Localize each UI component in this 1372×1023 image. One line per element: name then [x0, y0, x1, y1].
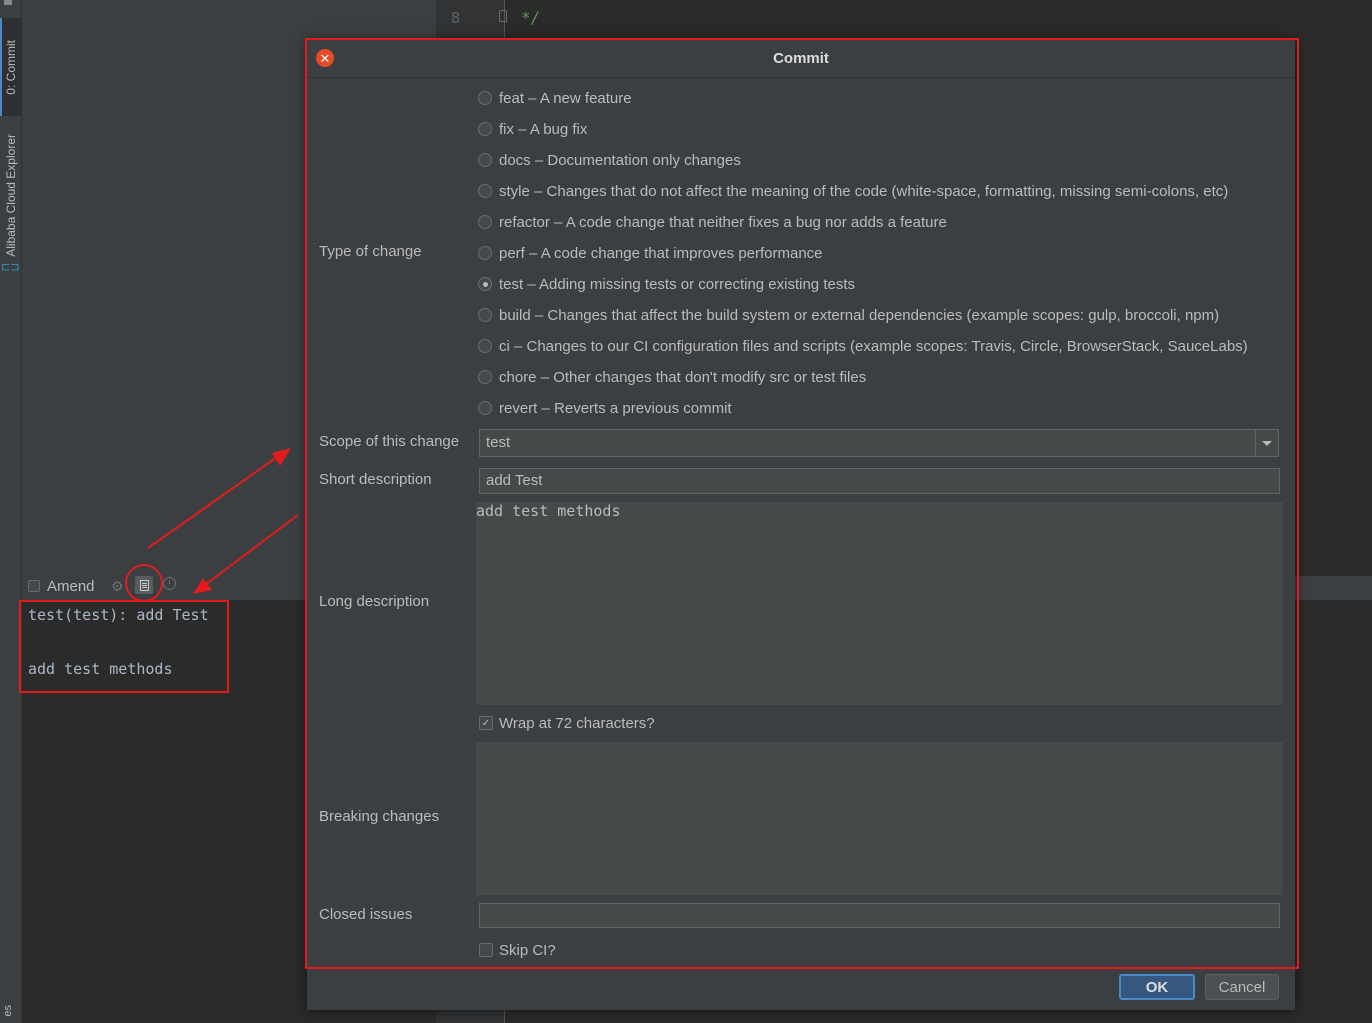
- cancel-button[interactable]: Cancel: [1205, 974, 1279, 1000]
- radio-test[interactable]: [478, 277, 492, 291]
- ok-button[interactable]: OK: [1119, 974, 1195, 1000]
- radio-text-feat: feat – A new feature: [499, 89, 632, 107]
- type-of-change-label: Type of change: [319, 243, 422, 260]
- radio-text-style: style – Changes that do not affect the m…: [499, 182, 1229, 200]
- radio-perf[interactable]: [478, 246, 492, 260]
- closed-issues-label: Closed issues: [319, 906, 413, 923]
- type-option-ci[interactable]: ci – Changes to our CI configuration fil…: [478, 336, 1248, 356]
- radio-revert[interactable]: [478, 401, 492, 415]
- radio-text-test: test – Adding missing tests or correctin…: [499, 275, 855, 293]
- line-number: 8: [451, 9, 461, 27]
- radio-text-chore: chore – Other changes that don't modify …: [499, 368, 867, 386]
- annotation-box-commit-message: [19, 600, 229, 693]
- tab-cloud-label: Alibaba Cloud Explorer: [3, 134, 18, 257]
- radio-text-refactor: refactor – A code change that neither fi…: [499, 213, 947, 231]
- skip-ci-label: Skip CI?: [499, 941, 556, 959]
- radio-text-revert: revert – Reverts a previous commit: [499, 399, 732, 417]
- radio-text-build: build – Changes that affect the build sy…: [499, 306, 1220, 324]
- fold-icon[interactable]: [499, 10, 507, 22]
- dialog-title: Commit: [773, 50, 829, 67]
- type-option-style[interactable]: style – Changes that do not affect the m…: [478, 181, 1228, 201]
- skip-ci-checkbox[interactable]: [479, 943, 493, 957]
- short-description-label: Short description: [319, 471, 432, 488]
- type-option-chore[interactable]: chore – Other changes that don't modify …: [478, 367, 866, 387]
- skip-ci-checkbox-row[interactable]: Skip CI?: [479, 940, 556, 960]
- tool-window-stripe: 0: Commit Alibaba Cloud Explorer ⊏⊐ es: [0, 0, 22, 1023]
- wrap-checkbox[interactable]: ✓: [479, 716, 493, 730]
- scope-label: Scope of this change: [319, 433, 460, 450]
- wrap-checkbox-row[interactable]: ✓ Wrap at 72 characters?: [479, 713, 655, 733]
- stripe-top-mark: [4, 0, 12, 5]
- tab-alibaba-cloud-explorer[interactable]: Alibaba Cloud Explorer ⊏⊐: [0, 126, 21, 282]
- radio-build[interactable]: [478, 308, 492, 322]
- radio-ci[interactable]: [478, 339, 492, 353]
- long-description-text: add test methods: [476, 502, 621, 520]
- tab-commit[interactable]: 0: Commit: [0, 18, 21, 116]
- tab-commit-label: 0: Commit: [3, 39, 18, 95]
- type-option-docs[interactable]: docs – Documentation only changes: [478, 150, 741, 170]
- type-option-feat[interactable]: feat – A new feature: [478, 88, 632, 108]
- type-option-test[interactable]: test – Adding missing tests or correctin…: [478, 274, 855, 294]
- type-option-fix[interactable]: fix – A bug fix: [478, 119, 587, 139]
- chevron-down-icon[interactable]: [1255, 430, 1278, 456]
- radio-feat[interactable]: [478, 91, 492, 105]
- radio-text-fix: fix – A bug fix: [499, 120, 588, 138]
- radio-text-perf: perf – A code change that improves perfo…: [499, 244, 823, 262]
- radio-text-docs: docs – Documentation only changes: [499, 151, 741, 169]
- type-option-refactor[interactable]: refactor – A code change that neither fi…: [478, 212, 947, 232]
- amend-label: Amend: [47, 577, 95, 595]
- code-line: */: [521, 8, 541, 27]
- scope-select[interactable]: test: [479, 429, 1279, 457]
- radio-fix[interactable]: [478, 122, 492, 136]
- radio-text-ci: ci – Changes to our CI configuration fil…: [499, 337, 1248, 355]
- scope-value: test: [486, 434, 511, 451]
- amend-checkbox-row[interactable]: Amend: [28, 576, 95, 596]
- breaking-changes-label: Breaking changes: [319, 808, 440, 825]
- radio-docs[interactable]: [478, 153, 492, 167]
- type-option-revert[interactable]: revert – Reverts a previous commit: [478, 398, 732, 418]
- amend-checkbox[interactable]: [28, 580, 40, 592]
- closed-issues-input[interactable]: [479, 903, 1280, 928]
- long-description-textarea[interactable]: [476, 502, 1283, 705]
- cloud-icon: ⊏⊐: [1, 260, 20, 273]
- dialog-titlebar: ✕ Commit: [307, 40, 1295, 78]
- short-description-input[interactable]: add Test: [479, 468, 1280, 494]
- long-description-label: Long description: [319, 593, 430, 610]
- type-option-perf[interactable]: perf – A code change that improves perfo…: [478, 243, 823, 263]
- annotation-circle: [125, 564, 163, 602]
- radio-chore[interactable]: [478, 370, 492, 384]
- radio-style[interactable]: [478, 184, 492, 198]
- radio-refactor[interactable]: [478, 215, 492, 229]
- gear-icon[interactable]: ⚙: [111, 578, 124, 595]
- history-icon[interactable]: [163, 577, 176, 590]
- wrap-label: Wrap at 72 characters?: [499, 714, 655, 732]
- type-option-build[interactable]: build – Changes that affect the build sy…: [478, 305, 1219, 325]
- breaking-changes-textarea[interactable]: [476, 742, 1283, 895]
- tab-bottom-label[interactable]: es: [2, 1005, 14, 1017]
